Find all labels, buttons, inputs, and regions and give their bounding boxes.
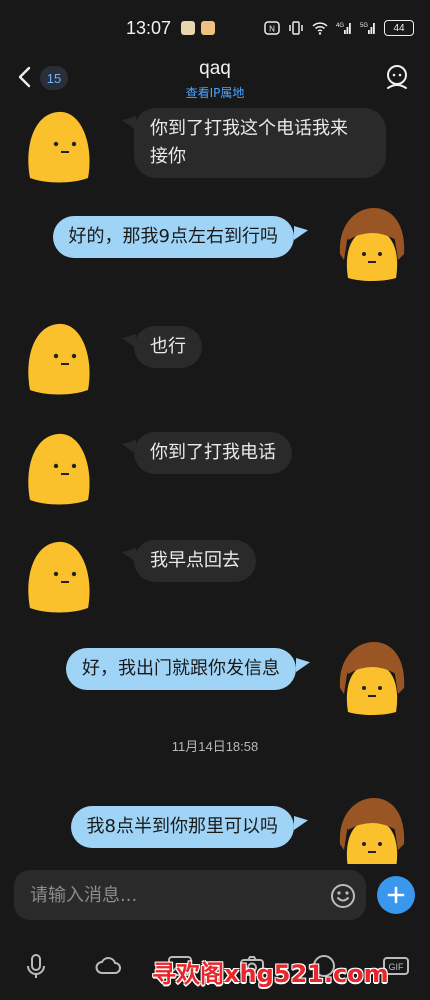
user-avatar[interactable]: [334, 638, 408, 718]
signal-5g-icon: 5G: [360, 23, 375, 34]
status-right: N 4G 5G 44: [264, 20, 414, 36]
user-avatar[interactable]: [334, 794, 408, 864]
outgoing-message-bubble[interactable]: 好的，那我9点左右到行吗: [52, 216, 294, 258]
signal-4g-icon: 4G: [336, 23, 351, 34]
incoming-message-bubble[interactable]: 我早点回去: [134, 540, 256, 582]
app-notification-icon: [201, 21, 216, 35]
watermark: 寻欢阁xhg521.com: [152, 960, 389, 988]
message-input[interactable]: [14, 870, 366, 920]
status-bar: 13:07 N 4G 5G 44: [0, 0, 430, 56]
chat-title: qaq: [199, 58, 231, 79]
contact-avatar[interactable]: [22, 318, 96, 398]
profile-icon[interactable]: [382, 62, 412, 92]
status-notification-icons: [181, 21, 216, 35]
vibrate-icon: [289, 21, 303, 35]
composer: [0, 870, 430, 922]
incoming-message-bubble[interactable]: 也行: [134, 326, 202, 368]
incoming-message-bubble[interactable]: 你到了打我电话: [134, 432, 292, 474]
svg-text:N: N: [269, 25, 275, 34]
app-notification-icon: [181, 21, 196, 35]
network-5g-label: 5G: [360, 23, 368, 29]
battery-indicator: 44: [384, 20, 414, 36]
bubble-tail: [296, 658, 310, 672]
view-ip-location-link[interactable]: 查看IP属地: [0, 84, 430, 101]
outgoing-message-bubble[interactable]: 我8点半到你那里可以吗: [70, 806, 294, 848]
mic-icon[interactable]: [22, 952, 50, 980]
status-time: 13:07: [126, 17, 172, 38]
incoming-message-bubble[interactable]: 你到了打我这个电话我来 接你: [134, 108, 386, 178]
wifi-icon: [312, 22, 328, 35]
message-timestamp: 11月14日18:58: [171, 739, 259, 754]
message-list[interactable]: 你到了打我这个电话我来 接你 好的，那我9点左右到行吗 也行 你到了打我电话 我…: [0, 104, 430, 864]
more-actions-button[interactable]: [377, 876, 415, 914]
outgoing-message-bubble[interactable]: 好，我出门就跟你发信息: [66, 648, 296, 690]
cloud-icon[interactable]: [94, 952, 122, 980]
user-avatar[interactable]: [334, 204, 408, 284]
bubble-tail: [294, 816, 308, 830]
network-4g-label: 4G: [336, 23, 344, 29]
bubble-tail: [294, 226, 308, 240]
emoji-icon[interactable]: [330, 883, 356, 909]
contact-avatar[interactable]: [22, 428, 96, 508]
nfc-icon: N: [264, 21, 280, 35]
plus-icon: [387, 886, 405, 904]
chat-header: 15 qaq 查看IP属地: [0, 56, 430, 104]
contact-avatar[interactable]: [22, 106, 96, 186]
contact-avatar[interactable]: [22, 536, 96, 616]
gif-label: GIF: [389, 962, 405, 972]
